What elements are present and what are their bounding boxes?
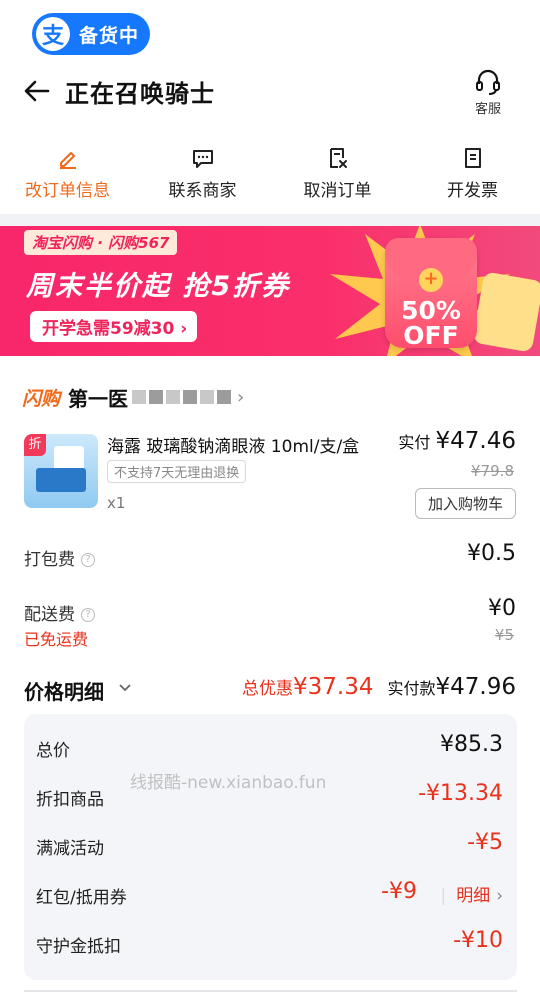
back-arrow-icon[interactable] — [22, 76, 52, 106]
total-discount: 总优惠¥37.34 — [242, 674, 374, 700]
edit-icon — [59, 152, 76, 169]
page-header: 正在召唤骑士 客服 — [0, 62, 540, 122]
banner-tag: 淘宝闪购 · 闪购567 — [24, 230, 178, 255]
bottom-divider — [24, 990, 517, 992]
customer-service-button[interactable]: 客服 — [462, 68, 514, 124]
price-details-toggle[interactable]: 价格明细 — [24, 676, 104, 705]
original-price: ¥79.8 — [471, 462, 514, 480]
order-status-pill: 支 备货中 — [32, 13, 150, 55]
chat-icon — [192, 150, 213, 168]
detail-row-guard: 守护金抵扣 -¥10 — [36, 928, 503, 957]
paid-value: ¥47.46 — [435, 428, 516, 454]
watermark-text: 线报酷-new.xianbao.fun — [130, 773, 327, 793]
packing-fee-label: 打包费? — [24, 545, 95, 570]
coupon-detail-link[interactable]: | 明细 › — [430, 881, 503, 906]
product-quantity: x1 — [107, 494, 126, 512]
packing-fee-value: ¥0.5 — [467, 541, 516, 566]
help-icon[interactable]: ? — [81, 553, 95, 567]
contact-merchant-button[interactable]: 联系商家 — [135, 140, 270, 210]
redacted-store-name — [132, 390, 232, 404]
chevron-down-icon[interactable] — [118, 682, 132, 694]
customer-service-label: 客服 — [474, 102, 501, 117]
order-actions-bar: 改订单信息 联系商家 取消订单 开发票 — [0, 140, 540, 210]
coin-icon: + — [419, 268, 443, 292]
cancel-order-button[interactable]: 取消订单 — [270, 140, 405, 210]
detail-row-full-reduction: 满减活动 -¥5 — [36, 830, 503, 859]
section-divider — [0, 214, 540, 226]
price-detail-panel: 总价 ¥85.3 折扣商品 -¥13.34 满减活动 -¥5 红包/抵用券 -¥… — [24, 714, 517, 980]
store-name: 第一医 — [68, 386, 129, 411]
flash-purchase-logo: 闪购 — [22, 387, 61, 410]
product-name[interactable]: 海露 玻璃酸钠滴眼液 10ml/支/盒 — [107, 432, 359, 457]
cancel-order-icon — [329, 148, 347, 168]
detail-row-total: 总价 ¥85.3 — [36, 732, 503, 761]
banner-headline: 周末半价起 抢5折券 — [26, 271, 291, 302]
alipay-logo-icon: 支 — [36, 17, 70, 51]
help-icon[interactable]: ? — [81, 608, 95, 622]
total-paid: 实付款¥47.96 — [387, 674, 517, 700]
cancel-order-label: 取消订单 — [303, 181, 372, 201]
product-image[interactable]: 折 — [24, 434, 98, 508]
coupon-ticket-decoration — [472, 271, 540, 353]
invoice-label: 开发票 — [447, 181, 498, 201]
add-to-cart-button[interactable]: 加入购物车 — [414, 488, 516, 519]
banner-coupon: 开学急需59减30 › — [30, 311, 198, 342]
product-paid-price: 实付 ¥47.46 — [398, 428, 516, 454]
invoice-icon — [464, 148, 481, 168]
chevron-right-icon: › — [496, 886, 503, 906]
discount-badge: 折 — [24, 434, 46, 456]
delivery-original-fee: ¥5 — [494, 626, 514, 644]
edit-order-button[interactable]: 改订单信息 — [0, 140, 135, 210]
delivery-fee-value: ¥0 — [488, 596, 516, 621]
red-packet-text: 50% OFF — [401, 296, 461, 350]
contact-merchant-label: 联系商家 — [168, 181, 237, 201]
red-packet-icon: + 50% OFF — [385, 238, 477, 348]
paid-label: 实付 — [398, 433, 431, 452]
chevron-right-icon: › — [237, 386, 245, 408]
edit-order-label: 改订单信息 — [25, 181, 110, 201]
page-title: 正在召唤骑士 — [65, 80, 215, 108]
free-shipping-note: 已免运费 — [24, 630, 89, 649]
detail-row-coupon: 红包/抵用券 -¥9 | 明细 › — [36, 879, 503, 908]
order-status-text: 备货中 — [79, 24, 140, 47]
invoice-button[interactable]: 开发票 — [405, 140, 540, 210]
headset-icon — [476, 69, 500, 95]
no-return-tag: 不支持7天无理由退换 — [107, 460, 247, 483]
store-header[interactable]: 闪购 第一医 › — [22, 380, 522, 414]
delivery-fee-label: 配送费? — [24, 600, 95, 625]
